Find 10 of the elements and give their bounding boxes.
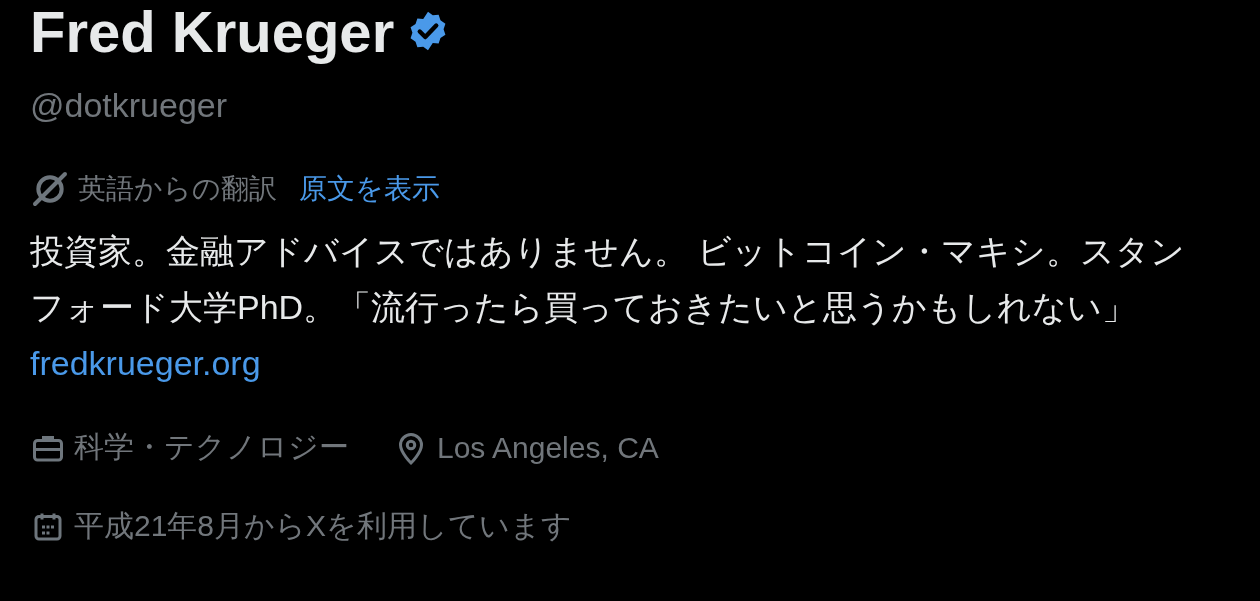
profile-handle: @dotkrueger [30, 86, 229, 125]
website-link[interactable]: fredkrueger.org [30, 344, 261, 382]
profile-detail: Los Angeles, CA [437, 430, 659, 465]
join-date: 平成21年8月からXを利用しています [74, 508, 573, 544]
translate-icon [30, 169, 70, 209]
bio-text: 投資家。金融アドバイスではありません。 ビットコイン・マキシ。スタンフォード大学PhD。「流行ったら買っておきたいと思うかもしれない」 fredkrueger.org [30, 231, 1187, 384]
show-original-link[interactable]: 原文を表示 [299, 170, 440, 208]
profile-name: Fred Krueger [30, 0, 395, 65]
profile-detail: 科学・テクノロジー [74, 429, 349, 465]
translation-label: 英語からの翻訳 [78, 172, 277, 206]
